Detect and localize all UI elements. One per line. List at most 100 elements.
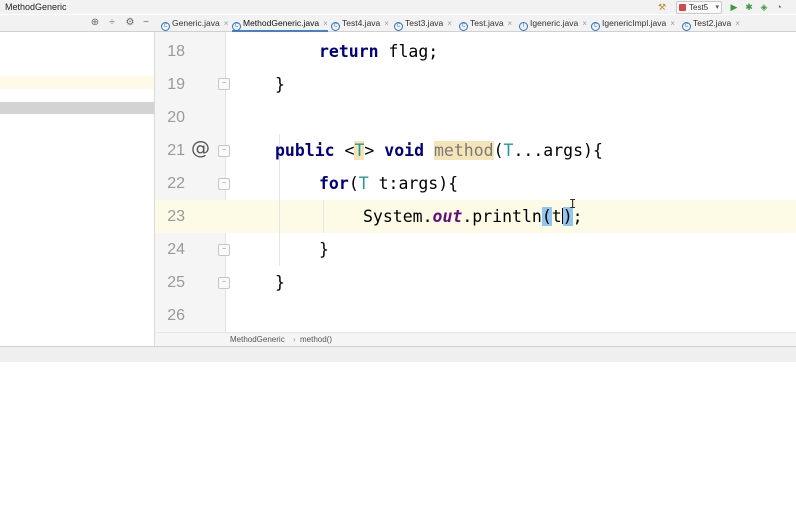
- tab-igenericimpl-java[interactable]: C IgenericImpl.java ×: [591, 15, 675, 31]
- closing-brace: }: [319, 240, 329, 259]
- keyword: void: [384, 141, 425, 160]
- tool-window-bar: [0, 346, 796, 363]
- project-title: MethodGeneric: [5, 2, 67, 12]
- type-parameter: T: [503, 141, 514, 160]
- gear-icon[interactable]: ⚙: [124, 16, 136, 30]
- tab-test3-java[interactable]: C Test3.java ×: [394, 15, 452, 31]
- run-config-selector[interactable]: Test5 ▾: [676, 1, 722, 14]
- tab-label: Test3.java: [405, 18, 444, 28]
- code-line-25[interactable]: }: [275, 266, 285, 299]
- fold-end-icon[interactable]: −: [218, 78, 230, 90]
- paren-match: (: [541, 207, 552, 226]
- interface-icon: I: [519, 22, 528, 31]
- code-text: >: [364, 141, 385, 160]
- closing-brace: }: [275, 75, 285, 94]
- tab-methodgeneric-java[interactable]: C MethodGeneric.java ×: [232, 15, 328, 32]
- implementing-method-icon[interactable]: @: [191, 137, 210, 159]
- code-text: System.: [363, 207, 433, 226]
- tab-test2-java[interactable]: C Test2.java ×: [682, 15, 740, 31]
- fold-end-icon[interactable]: −: [218, 277, 230, 289]
- code-line-23[interactable]: System.out.println(t);: [363, 200, 583, 233]
- code-text: t: [551, 207, 562, 226]
- static-field: out: [432, 207, 463, 226]
- tab-label: Test4.java: [342, 18, 381, 28]
- code-text: (: [493, 141, 504, 160]
- tab-test-java[interactable]: C Test.java ×: [459, 15, 512, 31]
- code-text: (: [348, 174, 359, 193]
- line-number: 24: [167, 241, 185, 258]
- breadcrumb-class[interactable]: MethodGeneric: [230, 333, 285, 347]
- line-number: 18: [167, 43, 185, 60]
- type-parameter: T: [358, 174, 369, 193]
- code-text: ...args){: [513, 141, 603, 160]
- indent-guide: [323, 200, 324, 233]
- breadcrumb-method[interactable]: method(): [300, 333, 332, 347]
- close-icon[interactable]: ×: [384, 19, 389, 28]
- collapse-icon[interactable]: ÷: [106, 16, 118, 30]
- class-icon: C: [161, 22, 170, 31]
- title-bar: MethodGeneric ⚒ Test5 ▾ ▶ ✱ ◈ ◔: [0, 0, 796, 14]
- breadcrumb-separator: ›: [293, 335, 296, 344]
- close-icon[interactable]: ×: [508, 19, 513, 28]
- code-text: .println: [462, 207, 542, 226]
- code-line-21[interactable]: public <T> void method(T...args){: [275, 134, 603, 167]
- keyword: public: [275, 141, 335, 160]
- code-line-18[interactable]: return flag;: [319, 35, 438, 68]
- line-number: 23: [167, 208, 185, 225]
- debug-icon[interactable]: ✱: [743, 1, 755, 13]
- close-icon[interactable]: ×: [670, 19, 675, 28]
- keyword: return: [319, 42, 379, 61]
- code-editor[interactable]: [226, 32, 796, 332]
- tab-test4-java[interactable]: C Test4.java ×: [331, 15, 389, 31]
- type-parameter: T: [354, 141, 365, 160]
- profile-icon[interactable]: ◔: [773, 1, 785, 13]
- tab-generic-java[interactable]: C Generic.java ×: [161, 15, 228, 31]
- class-icon: C: [682, 22, 691, 31]
- line-number: 26: [167, 307, 185, 324]
- chevron-down-icon: ▾: [715, 4, 719, 11]
- pane-row-highlight[interactable]: [0, 76, 154, 89]
- line-number: 22: [167, 175, 185, 192]
- code-line-22[interactable]: for(T t:args){: [319, 167, 458, 200]
- code-text: t:args){: [368, 174, 459, 193]
- code-line-19[interactable]: }: [275, 68, 285, 101]
- fold-start-icon[interactable]: −: [218, 178, 230, 190]
- tab-label: MethodGeneric.java: [243, 18, 320, 28]
- method-name: method: [433, 141, 494, 160]
- close-icon[interactable]: ×: [323, 19, 328, 28]
- class-icon: C: [459, 22, 468, 31]
- close-icon[interactable]: ×: [224, 19, 229, 28]
- tab-label: Test.java: [470, 18, 504, 28]
- line-number: 19: [167, 76, 185, 93]
- class-icon: C: [394, 22, 403, 31]
- keyword: for: [319, 174, 349, 193]
- tab-label: Igeneric.java: [530, 18, 579, 28]
- close-icon[interactable]: ×: [447, 19, 452, 28]
- line-number: 20: [167, 109, 185, 126]
- breadcrumb: MethodGeneric › method(): [155, 332, 796, 347]
- tab-label: Generic.java: [172, 18, 220, 28]
- tab-label: Test2.java: [693, 18, 732, 28]
- coverage-icon[interactable]: ◈: [758, 1, 770, 13]
- run-icon[interactable]: ▶: [728, 1, 740, 13]
- tab-igeneric-java[interactable]: I Igeneric.java ×: [519, 15, 587, 31]
- line-number: 25: [167, 274, 185, 291]
- fold-end-icon[interactable]: −: [218, 244, 230, 256]
- line-number: 21: [167, 142, 185, 159]
- hide-icon[interactable]: −: [140, 16, 152, 30]
- tab-label: IgenericImpl.java: [602, 18, 667, 28]
- locate-icon[interactable]: ⊕: [89, 16, 101, 30]
- class-icon: C: [591, 22, 600, 31]
- class-icon: C: [232, 22, 241, 31]
- editor-tab-bar: ⊕ ÷ ⚙ − C Generic.java × C MethodGeneric.ja…: [0, 15, 796, 32]
- hammer-icon[interactable]: ⚒: [656, 1, 668, 13]
- close-icon[interactable]: ×: [582, 19, 587, 28]
- fold-start-icon[interactable]: −: [218, 145, 230, 157]
- class-icon: C: [331, 22, 340, 31]
- pane-row-selected[interactable]: [0, 102, 154, 114]
- project-tool-window[interactable]: [0, 32, 155, 346]
- close-icon[interactable]: ×: [735, 19, 740, 28]
- code-line-24[interactable]: }: [319, 233, 329, 266]
- run-config-label: Test5: [689, 3, 709, 12]
